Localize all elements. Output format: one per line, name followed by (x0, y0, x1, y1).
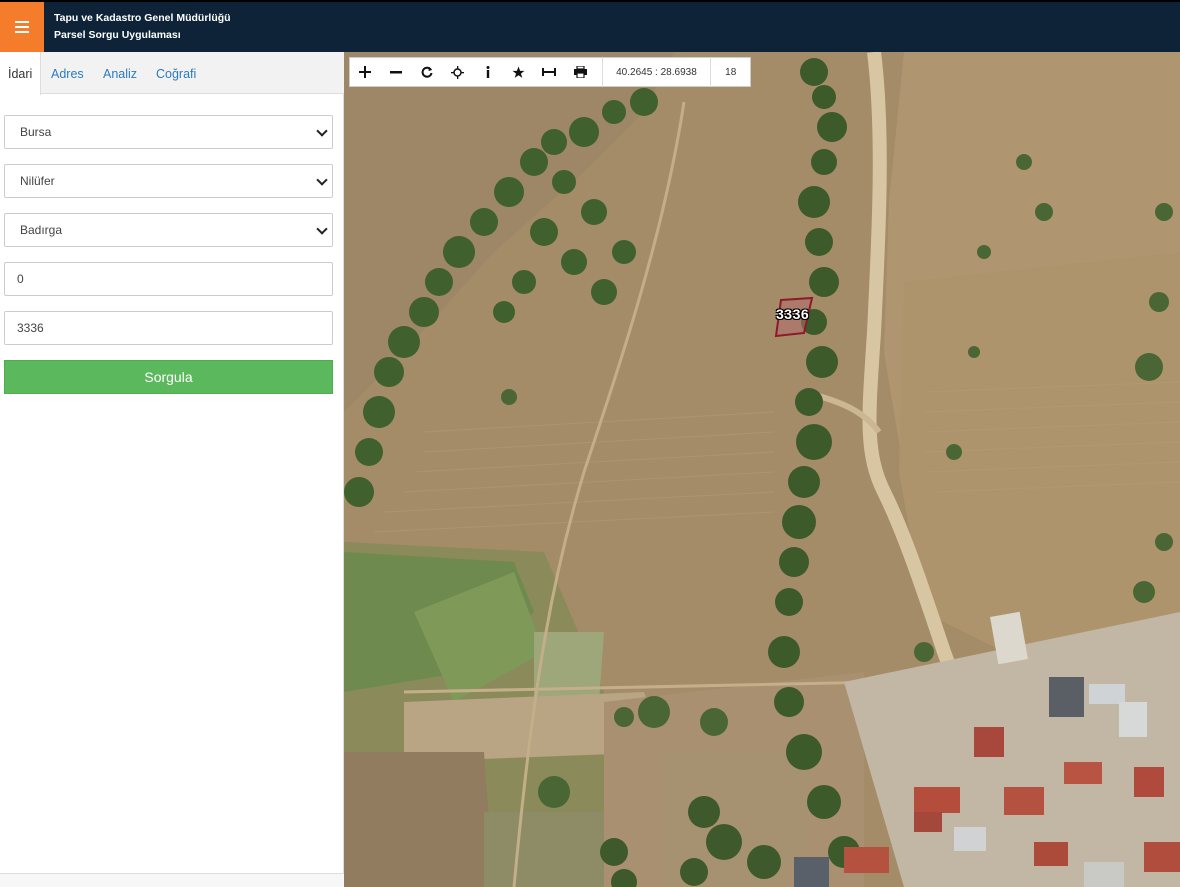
measure-icon (542, 67, 557, 77)
tab-bar: İdari Adres Analiz Coğrafi (0, 52, 344, 95)
title-line-2: Parsel Sorgu Uygulaması (54, 29, 181, 41)
locate-icon (450, 65, 464, 79)
province-value: Bursa (20, 125, 52, 139)
sidebar-footer (0, 873, 344, 887)
title-line-1: Tapu ve Kadastro Genel Müdürlüğü (54, 12, 231, 24)
plus-icon (359, 66, 372, 78)
sidebar: İdari Adres Analiz Coğrafi Bursa Nilüfer… (0, 52, 344, 887)
tab-cografi[interactable]: Coğrafi (156, 52, 196, 94)
print-icon (573, 66, 587, 78)
zoom-level: 18 (710, 57, 750, 87)
tab-idari[interactable]: İdari (0, 52, 42, 95)
minus-icon (390, 66, 403, 78)
parcel-label[interactable]: 3336 (776, 306, 809, 322)
block-input[interactable]: 0 (4, 262, 333, 296)
refresh-button[interactable] (411, 57, 442, 87)
neighborhood-select[interactable]: Badırga (4, 213, 333, 247)
zoom-out-button[interactable] (381, 57, 412, 87)
zoom-in-button[interactable] (350, 57, 381, 87)
hamburger-icon (15, 16, 29, 39)
neighborhood-value: Badırga (20, 223, 63, 237)
parcel-value: 3336 (17, 321, 44, 335)
info-icon (485, 66, 491, 78)
query-button[interactable]: Sorgula (4, 360, 333, 394)
district-select[interactable]: Nilüfer (4, 164, 333, 198)
locate-button[interactable] (442, 57, 473, 87)
tab-adres[interactable]: Adres (51, 52, 84, 94)
menu-button[interactable] (0, 2, 44, 52)
header-topline (0, 0, 1180, 2)
print-button[interactable] (565, 57, 596, 87)
favorite-button[interactable] (503, 57, 534, 87)
app-title: Tapu ve Kadastro Genel Müdürlüğü Parsel … (54, 10, 231, 44)
province-select[interactable]: Bursa (4, 115, 333, 149)
district-value: Nilüfer (20, 174, 55, 188)
coordinate-readout: 40.2645 : 28.6938 (601, 57, 711, 87)
app-header: Tapu ve Kadastro Genel Müdürlüğü Parsel … (0, 0, 1180, 52)
satellite-imagery (344, 52, 1180, 887)
block-value: 0 (17, 272, 24, 286)
satellite-map[interactable] (344, 52, 1180, 887)
info-button[interactable] (473, 57, 504, 87)
measure-button[interactable] (534, 57, 565, 87)
parcel-input[interactable]: 3336 (4, 311, 333, 345)
star-icon (512, 66, 525, 79)
tab-analiz[interactable]: Analiz (103, 52, 137, 94)
refresh-icon (421, 66, 433, 78)
map-toolbar: 40.2645 : 28.6938 18 (349, 57, 751, 87)
